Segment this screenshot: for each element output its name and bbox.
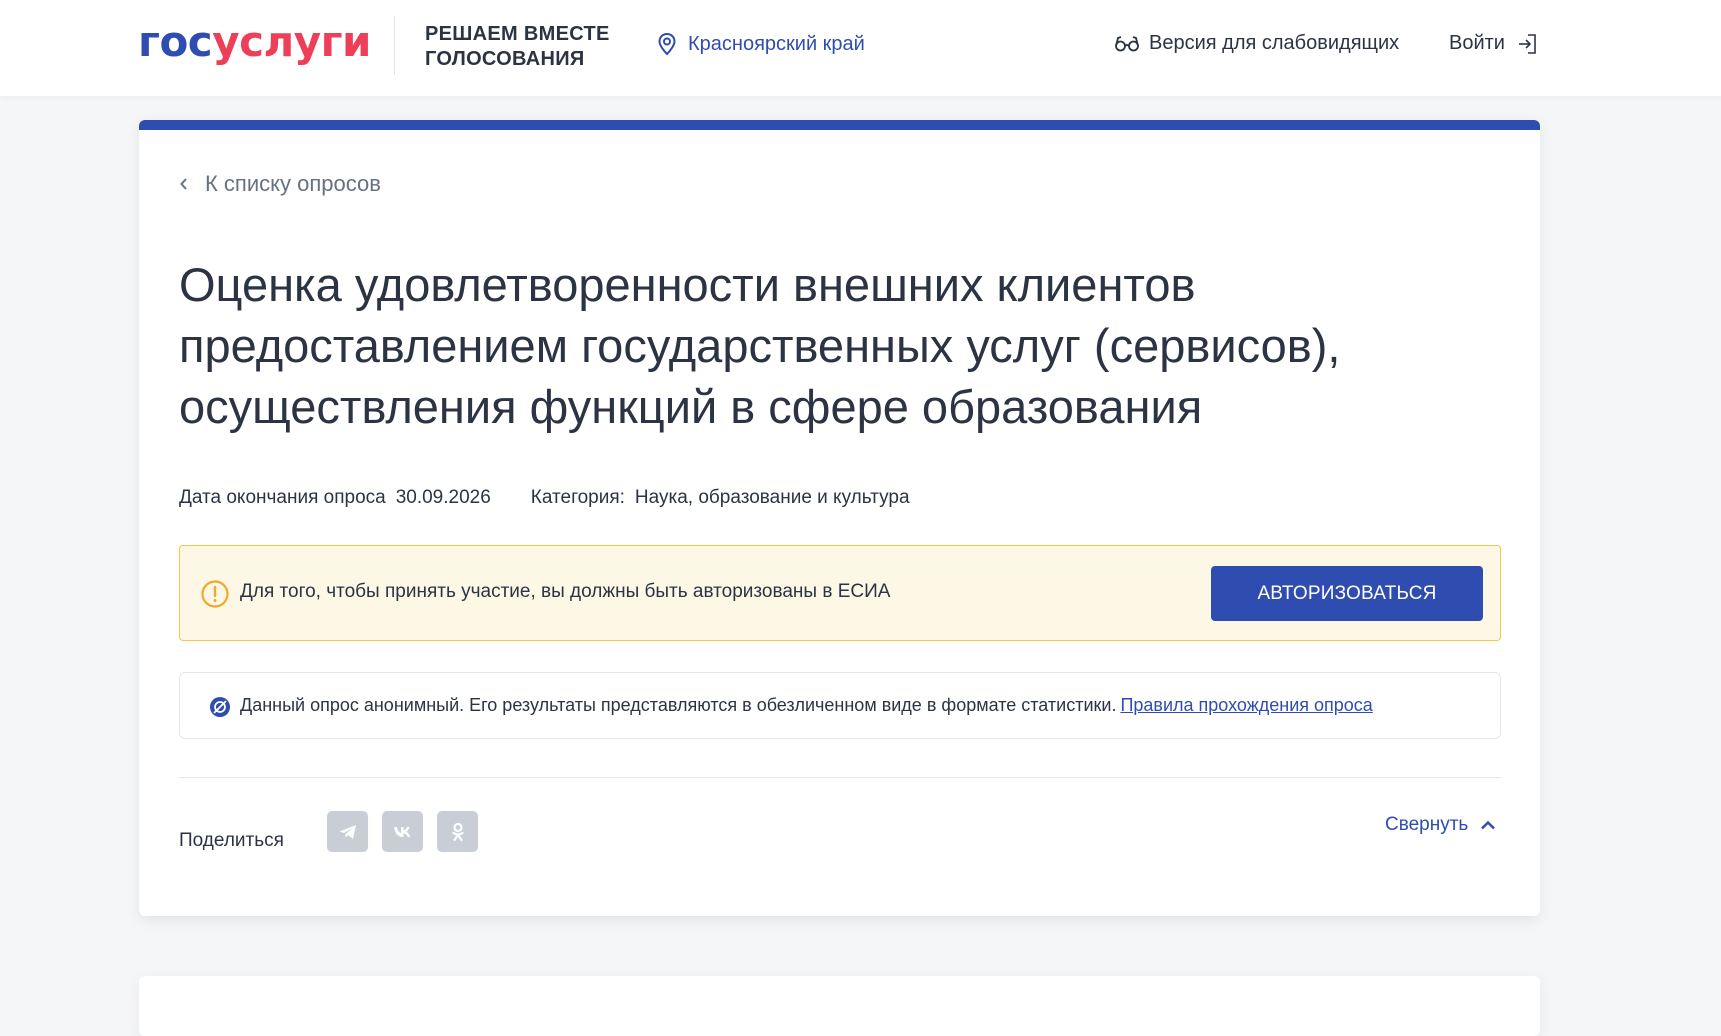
location-pin-icon: [658, 32, 676, 56]
telegram-icon: [339, 824, 356, 839]
logo-part-gos: гос: [138, 17, 213, 66]
share-telegram-button[interactable]: [327, 811, 368, 852]
gosuslugi-logo[interactable]: госуслуги: [138, 14, 371, 70]
logo-part-uslugi: услуги: [212, 17, 371, 66]
region-selector[interactable]: Красноярский край: [656, 32, 865, 56]
category: Категория: Наука, образование и культура: [531, 487, 910, 509]
collapse-toggle[interactable]: Свернуть: [1385, 814, 1496, 836]
auth-required-alert: Для того, чтобы принять участие, вы долж…: [179, 545, 1501, 641]
glasses-icon: [1115, 35, 1139, 51]
warning-icon: [201, 580, 229, 608]
category-label: Категория:: [530, 487, 625, 508]
card-accent-bar: [139, 120, 1540, 130]
login-icon: [1518, 33, 1536, 54]
anonymous-info-box: Данный опрос анонимный. Его результаты п…: [179, 672, 1501, 739]
auth-alert-text: Для того, чтобы принять участие, вы долж…: [240, 581, 891, 602]
back-to-polls-link[interactable]: К списку опросов: [179, 171, 381, 197]
anonymous-icon: [210, 697, 230, 717]
collapse-label: Свернуть: [1385, 814, 1469, 835]
category-value: Наука, образование и культура: [634, 487, 910, 508]
end-date-label: Дата окончания опроса: [179, 487, 386, 508]
share-label: Поделиться: [179, 830, 284, 851]
vk-icon: [393, 826, 410, 837]
poll-card: К списку опросов Оценка удовлетворенност…: [139, 120, 1540, 916]
login-button[interactable]: Войти: [1449, 32, 1537, 55]
low-vision-label: Версия для слабовидящих: [1149, 32, 1400, 54]
project-title[interactable]: РЕШАЕМ ВМЕСТЕ ГОЛОСОВАНИЯ: [425, 22, 610, 72]
project-title-line2: ГОЛОСОВАНИЯ: [425, 48, 585, 70]
site-header: госуслуги РЕШАЕМ ВМЕСТЕ ГОЛОСОВАНИЯ Крас…: [0, 0, 1721, 96]
anonymous-info-message: Данный опрос анонимный. Его результаты п…: [240, 695, 1117, 715]
back-link-label: К списку опросов: [205, 171, 381, 196]
poll-meta: Дата окончания опроса 30.09.2026 Категор…: [179, 487, 950, 509]
low-vision-toggle[interactable]: Версия для слабовидящих: [1114, 32, 1399, 55]
poll-rules-link[interactable]: Правила прохождения опроса: [1120, 695, 1372, 715]
authorize-button[interactable]: АВТОРИЗОВАТЬСЯ: [1211, 566, 1483, 621]
region-label: Красноярский край: [688, 32, 865, 55]
chevron-up-icon: [1481, 820, 1496, 830]
project-title-line1: РЕШАЕМ ВМЕСТЕ: [425, 23, 610, 45]
end-date-value: 30.09.2026: [395, 487, 491, 508]
anonymous-info-text: Данный опрос анонимный. Его результаты п…: [240, 695, 1373, 716]
next-section-card: [139, 976, 1540, 1036]
odnoklassniki-icon: [451, 822, 464, 841]
page-title: Оценка удовлетворенности внешних клиенто…: [179, 258, 1341, 433]
logo-divider: [394, 16, 395, 75]
end-date: Дата окончания опроса 30.09.2026: [179, 487, 491, 509]
login-label: Войти: [1449, 32, 1505, 54]
chevron-left-icon: [180, 178, 187, 190]
section-divider: [179, 777, 1501, 778]
share-odnoklassniki-button[interactable]: [437, 811, 478, 852]
share-vk-button[interactable]: [382, 811, 423, 852]
